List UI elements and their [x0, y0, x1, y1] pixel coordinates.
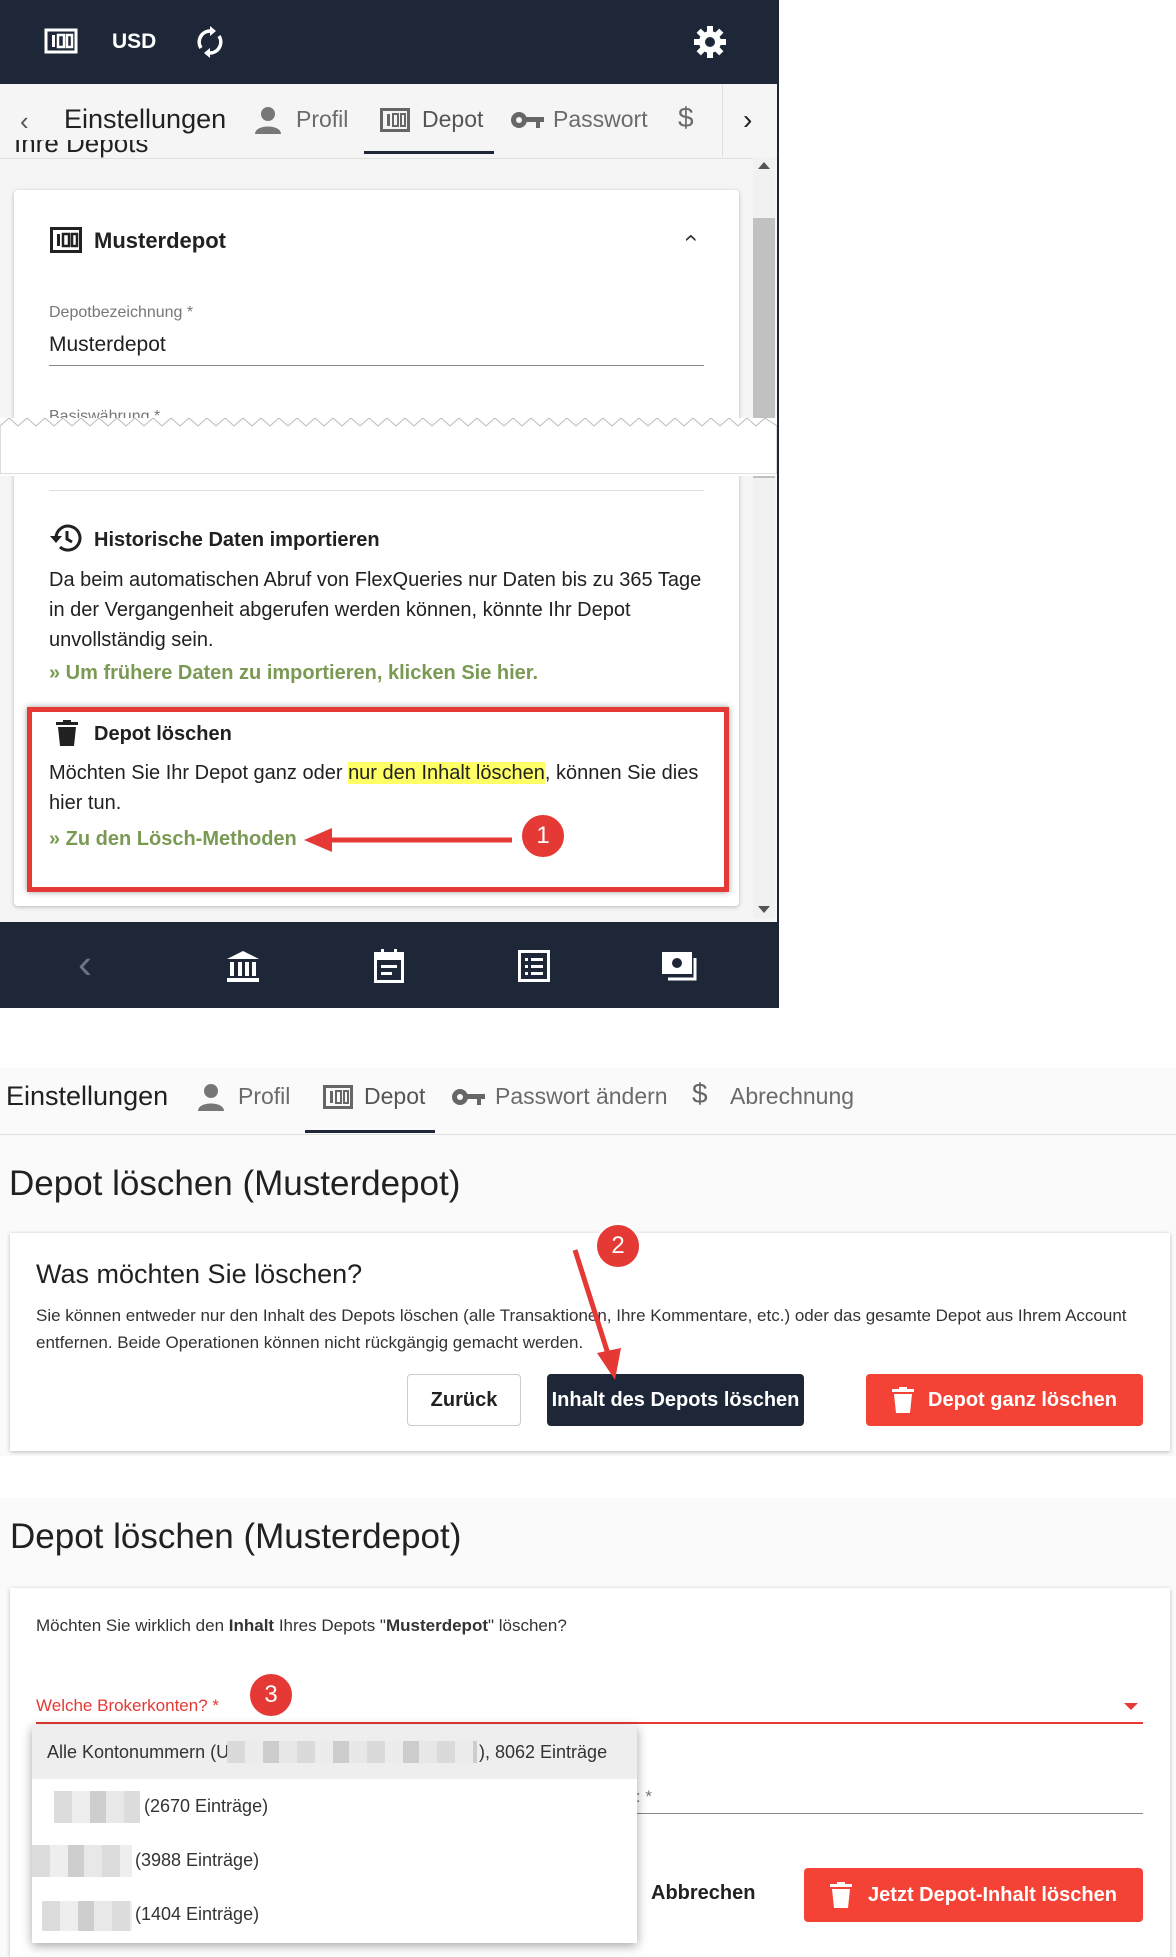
redacted-account-numbers [227, 1741, 477, 1763]
option-count: (3988 Einträge) [135, 1850, 260, 1870]
bottom-nav: ‹ [0, 922, 777, 1008]
annotation-badge: 1 [520, 813, 566, 859]
divider [49, 490, 704, 491]
dropdown-option-account[interactable]: (2670 Einträge) [32, 1779, 637, 1833]
trash-icon [892, 1387, 915, 1413]
gear-icon[interactable] [693, 25, 727, 59]
refresh-icon[interactable] [195, 26, 225, 58]
tab-bar-divider [0, 1134, 1176, 1135]
annotation-badge: 3 [248, 1672, 294, 1718]
settings-title: Einstellungen [6, 1081, 169, 1111]
option-suffix: ), 8062 Einträge [479, 1742, 608, 1762]
tab-profil[interactable]: Profil [238, 1083, 290, 1110]
import-historic-link[interactable]: » Um frühere Daten zu importieren, klick… [49, 662, 538, 685]
q-part-4: Musterdepot [385, 1616, 488, 1635]
field-label: Depotbezeichnung * [49, 304, 194, 321]
person-icon [255, 106, 281, 134]
broker-accounts-select[interactable] [36, 1722, 1143, 1724]
confirm-delete-label: Jetzt Depot-Inhalt löschen [868, 1883, 1117, 1906]
depot-icon[interactable] [44, 26, 78, 56]
dropdown-option-all[interactable]: Alle Kontonummern (U ), 8062 Einträge [32, 1725, 637, 1779]
dollar-icon[interactable]: $ [678, 102, 694, 134]
broker-accounts-label: Welche Brokerkonten? * [36, 1696, 220, 1715]
mobile-screenshot-panel: USD ‹ Einstellungen Profil Depot Passwor… [0, 0, 779, 1008]
page-title: Depot löschen (Musterdepot) [9, 1164, 461, 1203]
section-heading-cut: Ihre Depots [14, 140, 149, 158]
cut-gap [0, 474, 777, 476]
depot-icon [323, 1085, 353, 1109]
settings-title: Einstellungen [64, 104, 227, 134]
annotation-badge: 2 [595, 1223, 641, 1269]
active-tab-indicator [305, 1130, 435, 1133]
depot-name-input[interactable]: Musterdepot [49, 333, 166, 357]
card-question: Was möchten Sie löschen? [36, 1259, 363, 1289]
option-prefix: Alle Kontonummern (U [47, 1742, 230, 1762]
delete-depot-label: Depot ganz löschen [928, 1388, 1117, 1411]
tab-passwort[interactable]: Passwort [553, 106, 648, 133]
redacted-account-number [54, 1791, 140, 1823]
q-part-5: " löschen? [487, 1616, 567, 1635]
top-app-bar: USD [0, 0, 777, 84]
q-part-3: Ihres Depots " [274, 1616, 386, 1635]
tab-depot[interactable]: Depot [422, 106, 483, 133]
dropdown-option-account[interactable]: (3988 Einträge) [32, 1833, 637, 1887]
scroll-up-icon[interactable] [758, 162, 770, 169]
tab-scroll-right[interactable]: › [722, 84, 777, 157]
active-tab-indicator [364, 151, 494, 154]
dropdown-arrow-icon[interactable] [1124, 1703, 1138, 1710]
annotation-box [27, 707, 729, 892]
depot-card-title: Musterdepot [94, 228, 226, 253]
back-button[interactable]: Zurück [407, 1374, 521, 1426]
cancel-button[interactable]: Abbrechen [651, 1882, 755, 1905]
historic-title: Historische Daten importieren [94, 529, 380, 551]
history-icon [50, 523, 82, 553]
tab-abrechnung[interactable]: Abrechnung [730, 1083, 854, 1110]
dollar-icon: $ [692, 1078, 708, 1109]
currency-label[interactable]: USD [112, 30, 156, 54]
bank-icon[interactable] [226, 950, 260, 984]
chevron-up-icon[interactable]: › [676, 234, 704, 242]
option-count: (1404 Einträge) [135, 1904, 260, 1924]
key-icon [451, 1087, 485, 1107]
option-count: (2670 Einträge) [144, 1796, 269, 1816]
q-part-1: Möchten Sie wirklich den [36, 1616, 229, 1635]
tab-profil[interactable]: Profil [296, 106, 348, 133]
tab-depot[interactable]: Depot [364, 1083, 425, 1110]
person-icon [198, 1083, 224, 1111]
scrollbar[interactable] [753, 158, 775, 918]
depot-icon [380, 108, 410, 132]
q-part-2: Inhalt [228, 1616, 275, 1635]
second-field-underline[interactable] [617, 1813, 1143, 1814]
list-icon[interactable] [518, 950, 550, 982]
calendar-icon[interactable] [374, 949, 404, 983]
depot-icon [50, 227, 82, 253]
back-icon[interactable]: ‹ [78, 940, 92, 988]
confirm-question: Möchten Sie wirklich den Inhalt Ihres De… [36, 1616, 567, 1636]
delete-depot-button[interactable]: Depot ganz löschen [866, 1374, 1143, 1426]
confirm-delete-content-button[interactable]: Jetzt Depot-Inhalt löschen [804, 1868, 1143, 1922]
broker-accounts-dropdown: Alle Kontonummern (U ), 8062 Einträge (2… [32, 1725, 637, 1943]
input-underline [49, 365, 704, 366]
tab-scroll-left-icon[interactable]: ‹ [20, 106, 29, 137]
key-icon [510, 110, 544, 130]
historic-text: Da beim automatischen Abruf von FlexQuer… [49, 569, 702, 651]
redacted-account-number [32, 1845, 132, 1877]
tab-passwort-aendern[interactable]: Passwort ändern [495, 1083, 668, 1110]
trash-icon [830, 1882, 853, 1908]
annotation-arrow [304, 828, 512, 852]
scroll-down-icon[interactable] [758, 906, 770, 913]
chevron-right-icon[interactable]: › [743, 104, 752, 136]
dropdown-option-account[interactable]: (1404 Einträge) [32, 1887, 637, 1941]
cut-separator [0, 417, 777, 475]
money-icon[interactable] [662, 952, 698, 982]
redacted-account-number [42, 1901, 132, 1931]
page-title: Depot löschen (Musterdepot) [10, 1517, 462, 1556]
